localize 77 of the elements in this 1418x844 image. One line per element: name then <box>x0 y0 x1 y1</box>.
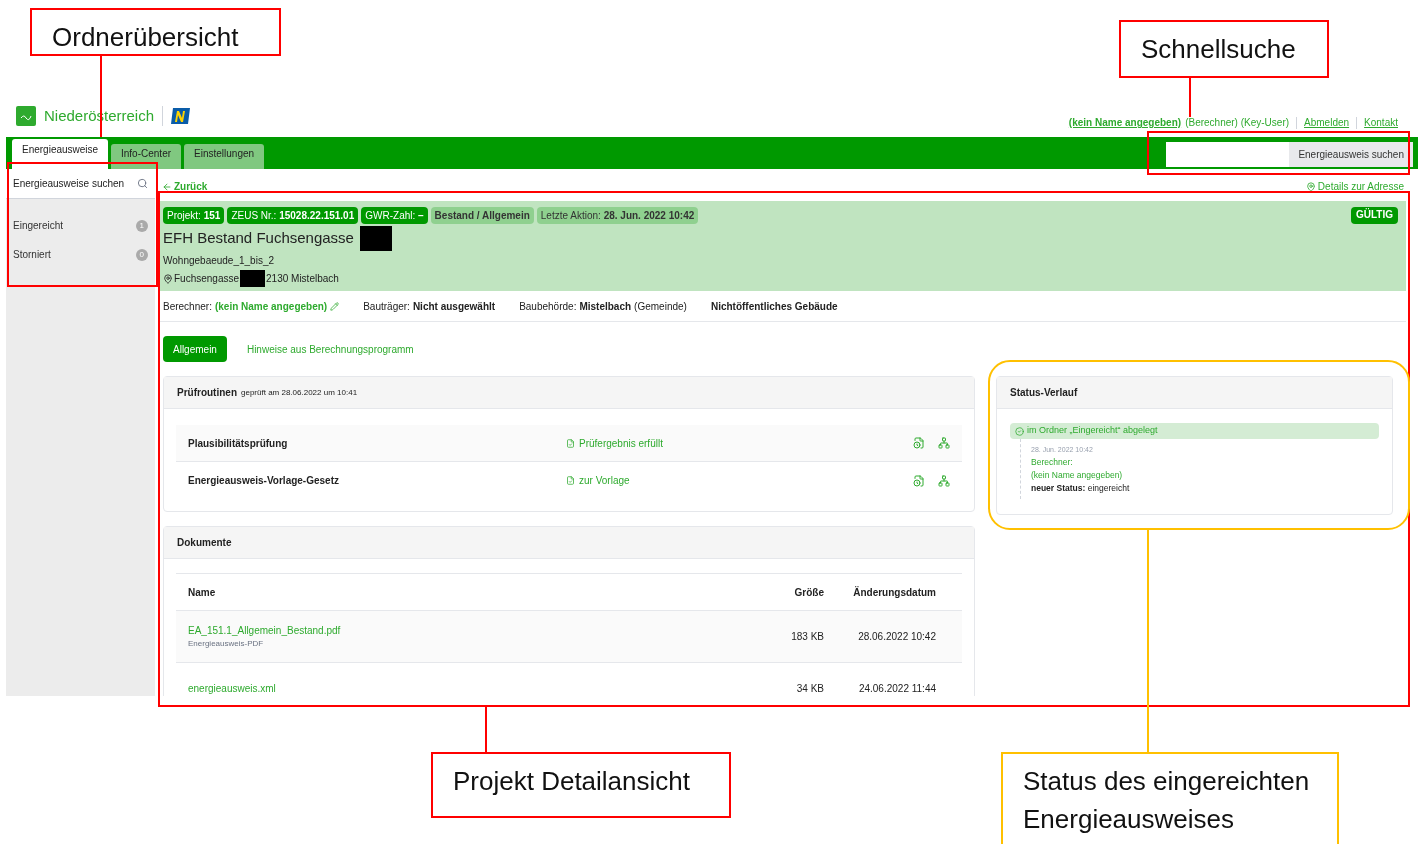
hierarchy-icon[interactable] <box>938 437 950 449</box>
logo-n-icon <box>171 105 192 126</box>
document-link[interactable]: energieausweis.xml <box>188 681 764 696</box>
project-subtitle: Wohngebaeude_1_bis_2 <box>163 254 276 268</box>
info-badge: Letzte Aktion: 28. Jun. 2022 10:42 <box>536 207 699 224</box>
leader-line <box>1189 78 1191 117</box>
document-type: Energieausweis-PDF <box>188 638 265 650</box>
column-header: Größe <box>793 585 824 600</box>
new-status: neuer Status: eingereicht <box>1031 482 1131 495</box>
column-header: Änderungsdatum <box>852 585 937 600</box>
folder-search-field[interactable]: Energieausweise suchen <box>6 169 155 199</box>
info-badge: ZEUS Nr.: 15028.22.151.01 <box>227 207 359 224</box>
table-cell-text: 28.06.2022 10:42 <box>857 630 937 644</box>
folder-search-input[interactable]: Energieausweise suchen <box>13 176 131 191</box>
project-title: EFH Bestand Fuchsengasse <box>163 228 354 249</box>
card-title: Prüfroutinen <box>177 386 237 400</box>
nav-tab[interactable]: Einstellungen <box>184 144 265 169</box>
folder-item[interactable]: Storniert 0 <box>6 240 155 269</box>
location-pin-icon <box>1305 181 1316 192</box>
quick-search-button[interactable]: Energieausweis suchen <box>1289 142 1413 167</box>
info-badge: GWR-Zahl: – <box>361 207 428 224</box>
check-result-link[interactable]: zur Vorlage <box>579 473 630 488</box>
header-link[interactable]: Abmelden <box>1304 115 1350 130</box>
back-link[interactable]: Zurück <box>174 179 208 194</box>
leader-line <box>485 707 487 752</box>
address-street: Fuchsengasse <box>174 272 240 286</box>
project-fact: Bauträger: Nicht ausgewählt <box>363 299 496 314</box>
callout-label: Projekt Detailansicht <box>431 752 731 818</box>
card-title: Status-Verlauf <box>1010 386 1078 400</box>
status-event: im Ordner „Eingereicht“ abgelegt <box>1027 424 1158 438</box>
table-cell-text: 183 KB <box>790 630 824 644</box>
table-cell-text: 24.06.2022 11:44 <box>857 682 937 696</box>
info-badge: Projekt: 151 <box>163 207 225 224</box>
event-author: (kein Name angegeben) <box>1031 469 1124 482</box>
callout-label: Ordnerübersicht <box>30 8 281 56</box>
hierarchy-icon[interactable] <box>938 474 950 487</box>
edit-pencil-icon <box>330 301 340 311</box>
folder-count: 0 <box>135 248 148 261</box>
header-link[interactable]: Kontakt <box>1364 115 1398 130</box>
project-fact: Berechner: (kein Name angegeben) <box>163 298 340 314</box>
status-badge: GÜLTIG <box>1350 207 1398 224</box>
report-icon[interactable] <box>913 437 925 449</box>
callout-label: Status des eingereichten Energieausweises <box>1001 752 1339 844</box>
detail-tab[interactable]: Allgemein <box>163 336 227 362</box>
check-circle-icon <box>1015 426 1024 436</box>
report-icon[interactable] <box>913 474 925 487</box>
event-author-label: Berechner: <box>1031 456 1074 469</box>
logo-emblem-icon <box>16 105 36 126</box>
quick-search-field[interactable] <box>1166 142 1290 167</box>
document-link[interactable]: EA_151.1_Allgemein_Bestand.pdf <box>188 623 764 638</box>
detail-tab[interactable]: Hinweise aus Berechnungsprogramm <box>236 336 424 362</box>
address-city: 2130 Mistelbach <box>266 272 339 286</box>
search-icon <box>137 178 148 189</box>
redaction-block <box>359 226 392 251</box>
column-header: Name <box>188 585 217 600</box>
card-note: geprüft am 28.06.2022 um 10:41 <box>241 386 358 399</box>
nav-tab[interactable]: Energieausweise <box>12 139 108 169</box>
user-name-link[interactable]: (kein Name angegeben) <box>1068 115 1182 130</box>
check-name: Plausibilitätsprüfung <box>188 436 289 451</box>
table-cell-text: 34 KB <box>795 682 824 696</box>
folder-item[interactable]: Eingereicht 1 <box>6 211 155 240</box>
back-arrow-icon <box>162 181 172 192</box>
address-details-link[interactable]: Details zur Adresse <box>1317 179 1404 194</box>
check-result-link[interactable]: Prüfergebnis erfüllt <box>579 435 663 451</box>
redaction-block <box>240 270 266 287</box>
card-title: Dokumente <box>177 536 232 550</box>
callout-label: Schnellsuche <box>1119 20 1329 78</box>
check-name: Energieausweis-Vorlage-Gesetz <box>188 474 340 488</box>
nav-tab[interactable]: Info-Center <box>111 144 182 169</box>
document-check-icon <box>566 438 575 448</box>
project-fact: Nichtöffentliches Gebäude <box>710 299 838 314</box>
project-fact: Baubehörde: Mistelbach (Gemeinde) <box>519 299 687 314</box>
user-role: (Berechner) (Key-User) <box>1185 116 1290 130</box>
document-check-icon <box>566 476 575 485</box>
info-badge: Bestand / Allgemein <box>430 207 534 224</box>
folder-count: 1 <box>135 219 148 232</box>
location-pin-icon <box>163 273 173 284</box>
